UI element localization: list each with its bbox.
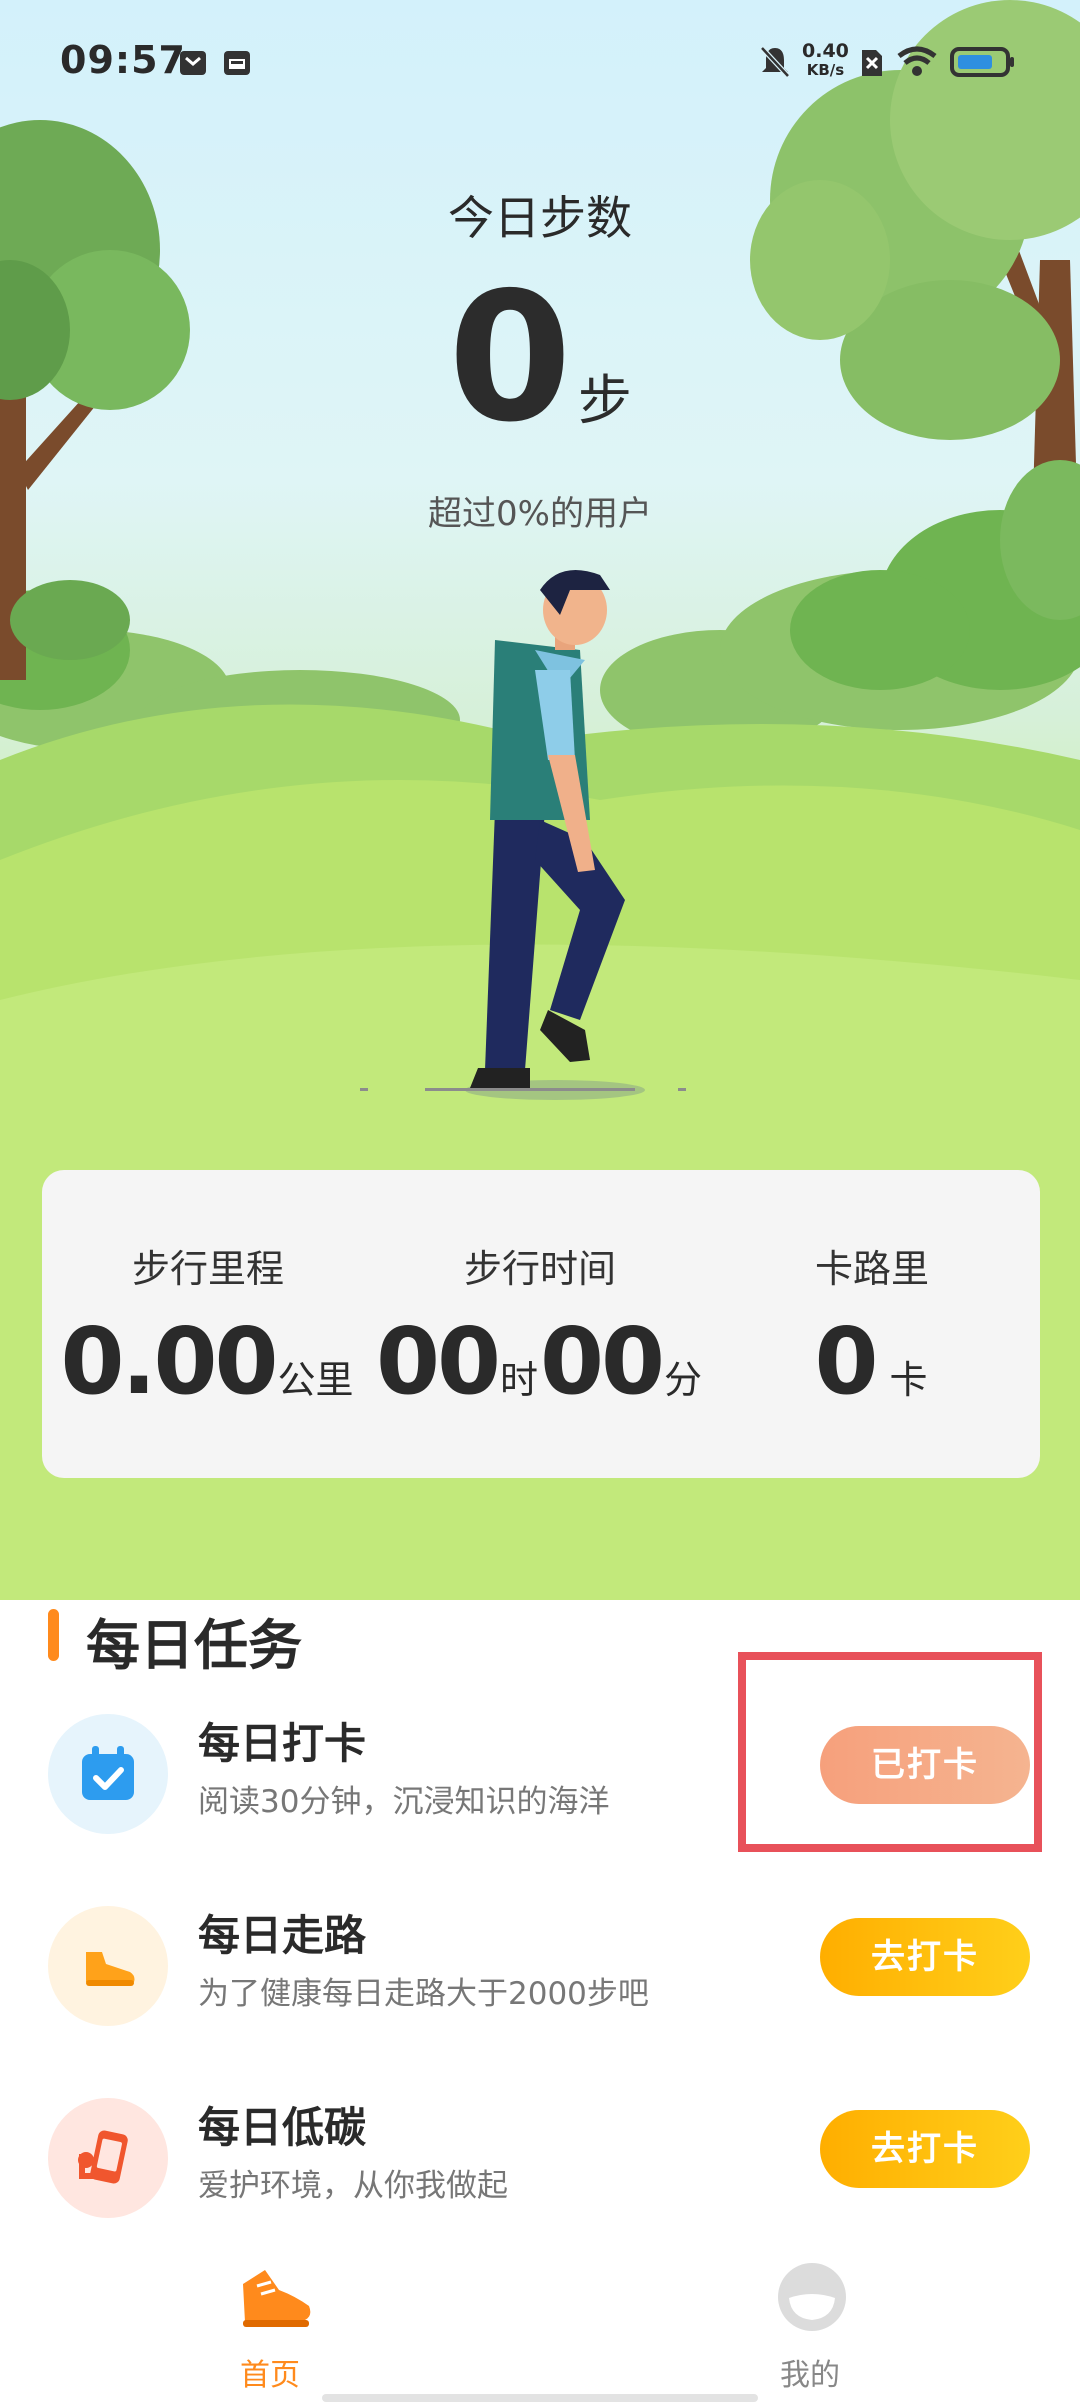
step-count-value: 0 [448,254,572,461]
mute-icon [760,46,790,78]
net-speed-unit: KB/s [806,61,845,79]
task-desc: 爱护环境，从你我做起 [198,2168,508,2204]
net-speed-value: 0.40 [802,40,849,62]
bottom-nav: 首页 我的 [0,2240,1080,2408]
profile-icon [778,2263,846,2331]
task-icon-wrap [48,2098,168,2218]
stat-time: 步行时间 00时00分 [374,1170,706,1478]
nav-home[interactable]: 首页 [140,2240,400,2408]
net-speed: 0.40 KB/s [802,42,849,80]
stat-calories: 卡路里 0卡 [706,1170,1038,1478]
stats-card: 步行里程 0.00公里 步行时间 00时00分 卡路里 0卡 [42,1170,1040,1478]
stat-calories-label: 卡路里 [814,1247,929,1291]
task-desc: 为了健康每日走路大于2000步吧 [198,1976,649,2012]
wifi-icon [897,46,937,76]
minutes-number: 00 [540,1308,665,1415]
distance-unit: 公里 [277,1358,354,1402]
nav-home-label: 首页 [240,2358,300,2393]
task-name: 每日打卡 [198,1719,367,1768]
go-checkin-button[interactable]: 去打卡 [820,1918,1030,1996]
nav-mine[interactable]: 我的 [680,2240,940,2408]
distance-number: 0.00 [60,1308,278,1415]
task-icon-wrap [48,1906,168,2026]
task-name: 每日走路 [198,1911,367,1960]
hours-number: 00 [375,1308,501,1415]
home-indicator[interactable] [322,2394,758,2402]
message-icon [180,51,206,75]
steps-percentile: 超过0%的用户 [428,494,652,534]
step-count-unit: 步 [577,369,632,432]
task-desc: 阅读30分钟，沉浸知识的海洋 [198,1784,610,1820]
status-bar: 09:57 0.40 KB/s [0,0,1080,130]
stat-time-value: 00时00分 [374,1308,706,1415]
shoe-icon [86,1952,135,1986]
sneaker-icon [243,2270,311,2327]
task-item-lowcarbon: 每日低碳 爱护环境，从你我做起 去打卡 [0,2084,1080,2244]
section-accent-bar [48,1609,59,1661]
status-time: 09:57 [60,38,186,82]
stat-distance: 步行里程 0.00公里 [42,1170,374,1478]
hero-scene: 09:57 0.40 KB/s 今日步数 0步 超过0%的用户 步行里程 0.0… [0,0,1080,1600]
hours-unit: 时 [499,1358,538,1402]
stat-time-label: 步行时间 [463,1247,616,1291]
sim-icon [862,50,882,76]
tasks-title: 每日任务 [86,1614,302,1677]
calories-unit: 卡 [889,1358,928,1402]
highlight-box [738,1652,1042,1852]
stat-calories-value: 0卡 [706,1308,1038,1415]
calendar-icon [224,51,250,75]
task-icon-wrap [48,1714,168,1834]
nav-mine-label: 我的 [780,2358,840,2393]
battery-icon [950,47,1014,77]
task-item-walk: 每日走路 为了健康每日走路大于2000步吧 去打卡 [0,1892,1080,2052]
phone-icon [78,2130,128,2184]
calendar-check-icon [82,1746,134,1800]
calories-number: 0 [814,1308,878,1415]
step-count: 0步 [0,268,1080,448]
steps-title: 今日步数 [448,191,632,245]
stat-distance-label: 步行里程 [131,1247,284,1291]
stat-distance-value: 0.00公里 [42,1308,374,1415]
minutes-unit: 分 [664,1358,703,1402]
task-name: 每日低碳 [198,2103,367,2152]
go-checkin-button[interactable]: 去打卡 [820,2110,1030,2188]
